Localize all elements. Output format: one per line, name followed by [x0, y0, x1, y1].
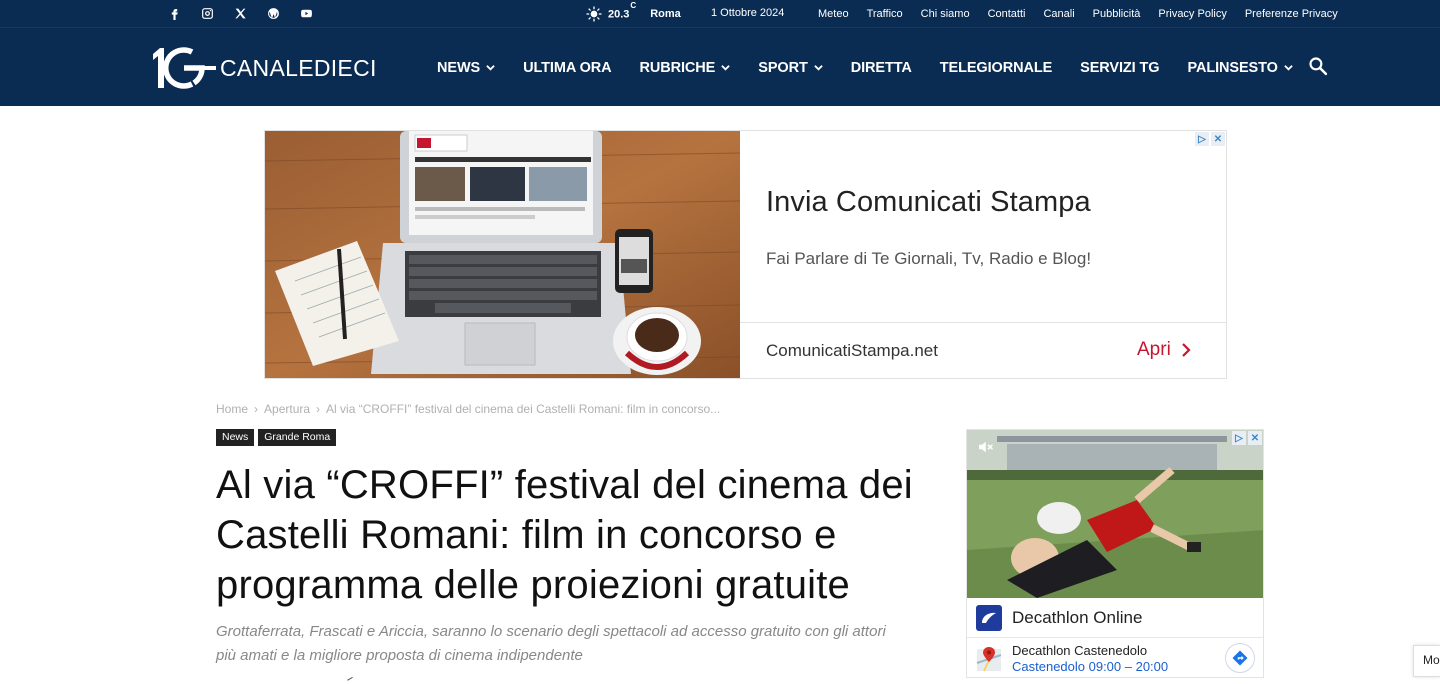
current-date: 1 Ottobre 2024 — [711, 7, 785, 19]
top-link-traffico[interactable]: Traffico — [867, 8, 903, 20]
mute-icon[interactable] — [976, 438, 994, 456]
wordpress-icon[interactable] — [257, 0, 290, 27]
article-title: Al via “CROFFI” festival del cinema dei … — [216, 463, 913, 607]
breadcrumb: Home › Apertura › Al via “CROFFI” festiv… — [216, 402, 720, 416]
top-link-canali[interactable]: Canali — [1043, 8, 1074, 20]
nav-item-news[interactable]: NEWS — [437, 60, 495, 76]
top-link-meteo[interactable]: Meteo — [818, 8, 849, 20]
map-pin-icon — [976, 647, 1002, 672]
ad-banner-image — [265, 131, 740, 378]
breadcrumb-separator: › — [254, 402, 259, 416]
chevron-down-icon — [721, 65, 730, 71]
nav-item-label: SERVIZI TG — [1080, 59, 1160, 76]
breadcrumb-separator: › — [316, 402, 321, 416]
top-link-pubblicita[interactable]: Pubblicità — [1093, 8, 1141, 20]
breadcrumb-home[interactable]: Home — [216, 402, 248, 416]
advertiser-name: Decathlon Online — [1012, 607, 1143, 627]
search-icon[interactable] — [1308, 56, 1328, 76]
chevron-down-icon — [813, 65, 823, 71]
ad-open-button[interactable]: Apri — [1137, 339, 1191, 361]
nav-item-label: NEWS — [437, 59, 481, 76]
main-header: CANALEDIECI NEWS ULTIMA ORA RUBRICHE SPO… — [0, 27, 1440, 106]
top-links: Meteo Traffico Chi siamo Contatti Canali… — [818, 0, 1338, 27]
article-excerpt: Grottaferrata, Frascati e Ariccia, saran… — [216, 623, 886, 664]
chevron-down-icon — [486, 65, 495, 71]
youtube-icon[interactable] — [290, 0, 323, 27]
directions-icon — [1232, 650, 1248, 666]
tag-grande-roma[interactable]: Grande Roma — [258, 429, 337, 446]
nav-item-palinsesto[interactable]: PALINSESTO — [1187, 59, 1293, 76]
nav-item-ultima-ora[interactable]: ULTIMA ORA — [523, 59, 612, 76]
ad-info-icon[interactable]: ▷ — [1232, 431, 1246, 445]
top-bar: 20.3C Roma 1 Ottobre 2024 Meteo Traffico… — [0, 0, 1440, 27]
nav-item-label: ULTIMA ORA — [523, 59, 612, 76]
advertiser-row[interactable]: Decathlon Online — [967, 598, 1263, 638]
nav-item-rubriche[interactable]: RUBRICHE — [640, 60, 731, 76]
top-link-contatti[interactable]: Contatti — [988, 8, 1026, 20]
chevron-down-icon — [1284, 65, 1293, 71]
ad-open-label: Apri — [1137, 339, 1171, 360]
ad-close-icon[interactable]: ✕ — [1248, 431, 1262, 445]
logo-text: CANALEDIECI — [220, 54, 377, 81]
store-name: Decathlon Castenedolo — [1012, 643, 1148, 658]
main-nav: NEWS ULTIMA ORA RUBRICHE SPORT DIRETTA T… — [437, 28, 1321, 107]
weather-city: Roma — [650, 7, 681, 20]
ad-domain: ComunicatiStampa.net — [766, 341, 938, 360]
nav-item-label: PALINSESTO — [1187, 59, 1278, 76]
side-ad[interactable]: ▷ ✕ Decathlon Online Decathlon Castenedo… — [966, 429, 1264, 678]
ad-info-icon[interactable]: ▷ — [1195, 132, 1209, 146]
decathlon-logo-icon — [976, 604, 1002, 631]
temperature-unit: C — [630, 1, 637, 11]
nav-item-label: TELEGIORNALE — [939, 59, 1053, 76]
chevron-right-icon — [1182, 343, 1191, 357]
breadcrumb-current: Al via “CROFFI” festival del cinema dei … — [326, 402, 721, 416]
nav-item-diretta[interactable]: DIRETTA — [851, 60, 912, 76]
ad-subtitle: Fai Parlare di Te Giornali, Tv, Radio e … — [766, 249, 1092, 268]
nav-item-telegiornale[interactable]: TELEGIORNALE — [940, 60, 1052, 76]
article-tags: News Grande Roma — [216, 429, 337, 446]
edge-widget[interactable]: Mo — [1413, 645, 1440, 677]
ad-choices[interactable]: ▷ ✕ — [1195, 132, 1225, 146]
top-link-privacy-policy[interactable]: Privacy Policy — [1158, 8, 1226, 20]
temperature-value: 20.3C — [608, 1, 637, 21]
nav-item-sport[interactable]: SPORT — [758, 59, 823, 76]
sun-icon — [586, 5, 602, 22]
instagram-icon[interactable] — [191, 0, 224, 27]
ad-banner[interactable]: ▷ ✕ Invia Comunicati Stampa Fai Parlare … — [264, 130, 1227, 379]
top-link-preferenze-privacy[interactable]: Preferenze Privacy — [1245, 8, 1338, 20]
ad-divider — [740, 322, 1226, 323]
facebook-icon[interactable] — [158, 0, 191, 27]
store-details: Decathlon Castenedolo Castenedolo 09:00 … — [1012, 643, 1168, 675]
logo-mark-icon — [153, 47, 216, 89]
nav-item-servizi-tg[interactable]: SERVIZI TG — [1080, 60, 1159, 76]
nav-item-label: DIRETTA — [850, 59, 912, 76]
directions-button[interactable] — [1225, 643, 1255, 673]
breadcrumb-apertura[interactable]: Apertura — [264, 402, 310, 416]
weather-widget: 20.3C Roma — [586, 0, 681, 27]
nav-item-label: RUBRICHE — [639, 59, 716, 76]
tag-news[interactable]: News — [216, 429, 255, 446]
social-links — [158, 0, 323, 27]
store-hours: Castenedolo 09:00 – 20:00 — [1012, 659, 1169, 674]
store-row[interactable]: Decathlon Castenedolo Castenedolo 09:00 … — [967, 639, 1263, 677]
side-ad-choices[interactable]: ▷ ✕ — [1232, 431, 1262, 445]
nav-item-label: SPORT — [758, 59, 808, 76]
side-ad-video[interactable] — [967, 430, 1264, 598]
ad-headline: Invia Comunicati Stampa — [766, 186, 1091, 218]
x-icon[interactable] — [224, 0, 257, 27]
ad-close-icon[interactable]: ✕ — [1211, 132, 1225, 146]
top-link-chi-siamo[interactable]: Chi siamo — [921, 8, 970, 20]
site-logo[interactable]: CANALEDIECI — [150, 44, 377, 92]
